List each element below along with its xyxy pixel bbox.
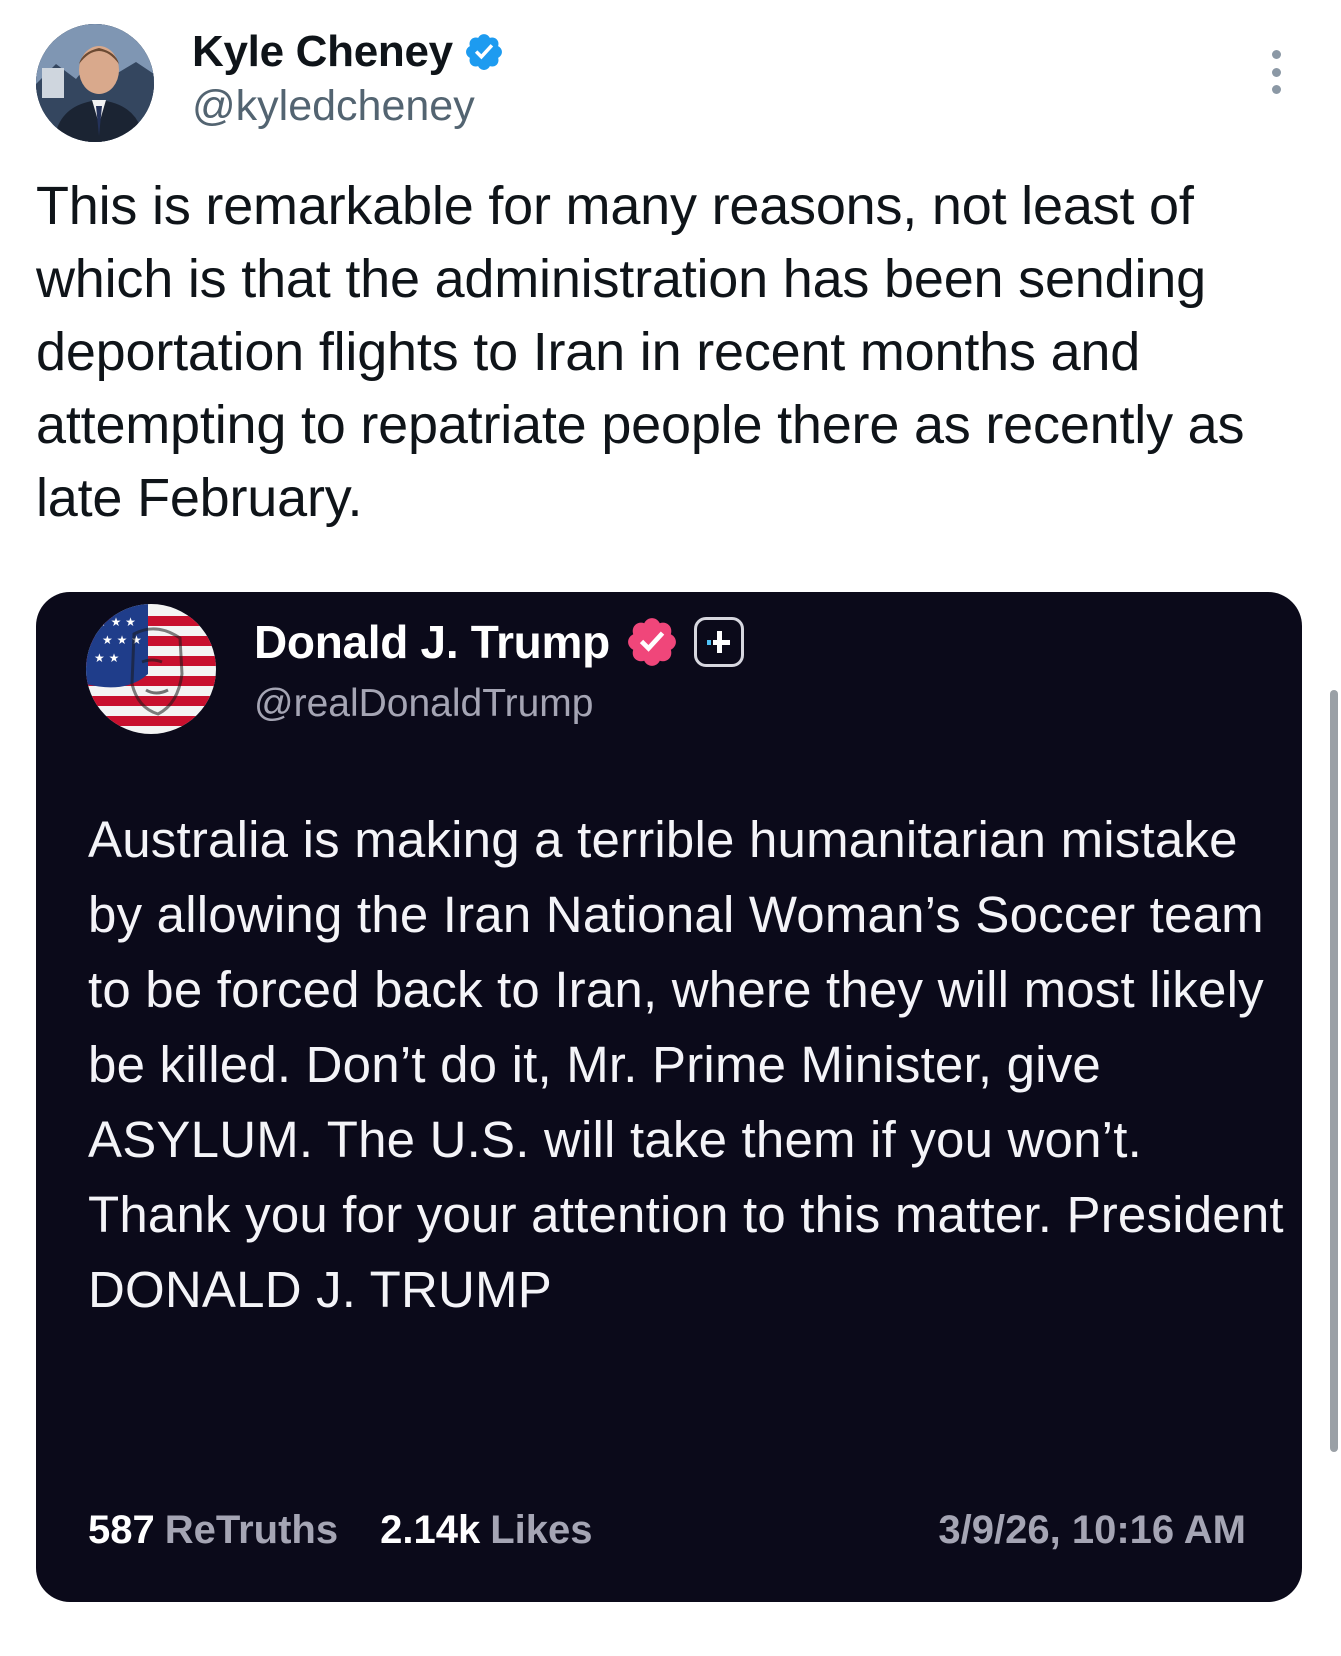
embedded-avatar-image: ★ ★ ★ ★ ★ ★ ★ ★: [86, 604, 216, 734]
more-dot: [1271, 85, 1281, 94]
embedded-post-text: Australia is making a terrible humanitar…: [88, 811, 1284, 1318]
svg-text:★ ★ ★: ★ ★ ★: [102, 633, 142, 647]
verified-badge-icon: [465, 34, 502, 70]
plus-badge-icon: [693, 617, 744, 667]
retruths-label: ReTruths: [164, 1507, 339, 1552]
embedded-post-card[interactable]: ★ ★ ★ ★ ★ ★ ★ ★ Donald J. Trump @realDon…: [36, 592, 1302, 1602]
svg-text:★ ★: ★ ★: [94, 651, 119, 665]
likes-stat[interactable]: 2.14k Likes: [380, 1508, 592, 1553]
embedded-author-name[interactable]: Donald J. Trump: [254, 615, 610, 669]
embedded-author-avatar[interactable]: ★ ★ ★ ★ ★ ★ ★ ★: [86, 604, 216, 734]
author-name-row: Kyle Cheney: [192, 24, 505, 80]
retruths-stat[interactable]: 587 ReTruths: [88, 1508, 338, 1553]
likes-label: Likes: [490, 1507, 593, 1552]
verified-badge-icon: [627, 618, 676, 666]
avatar-image: [36, 24, 154, 142]
more-options-icon[interactable]: [1262, 50, 1290, 94]
scrollbar[interactable]: [1330, 690, 1338, 1452]
svg-text:★ ★ ★: ★ ★ ★: [96, 615, 136, 629]
tweet-text: This is remarkable for many reasons, not…: [36, 176, 1245, 528]
more-dot: [1271, 67, 1281, 77]
retruths-count: 587: [88, 1507, 155, 1552]
author-handle[interactable]: @kyledcheney: [192, 82, 475, 131]
more-dot: [1271, 50, 1281, 59]
embedded-name-row: Donald J. Trump: [254, 612, 744, 672]
plus-glyph: [706, 631, 730, 653]
likes-count: 2.14k: [380, 1507, 481, 1552]
embedded-post-footer: 587 ReTruths 2.14k Likes 3/9/26, 10:16 A…: [88, 1500, 1288, 1560]
embedded-author-handle[interactable]: @realDonaldTrump: [254, 682, 593, 726]
author-name[interactable]: Kyle Cheney: [192, 27, 453, 77]
post-timestamp[interactable]: 3/9/26, 10:16 AM: [938, 1508, 1246, 1553]
author-avatar[interactable]: [36, 24, 154, 142]
